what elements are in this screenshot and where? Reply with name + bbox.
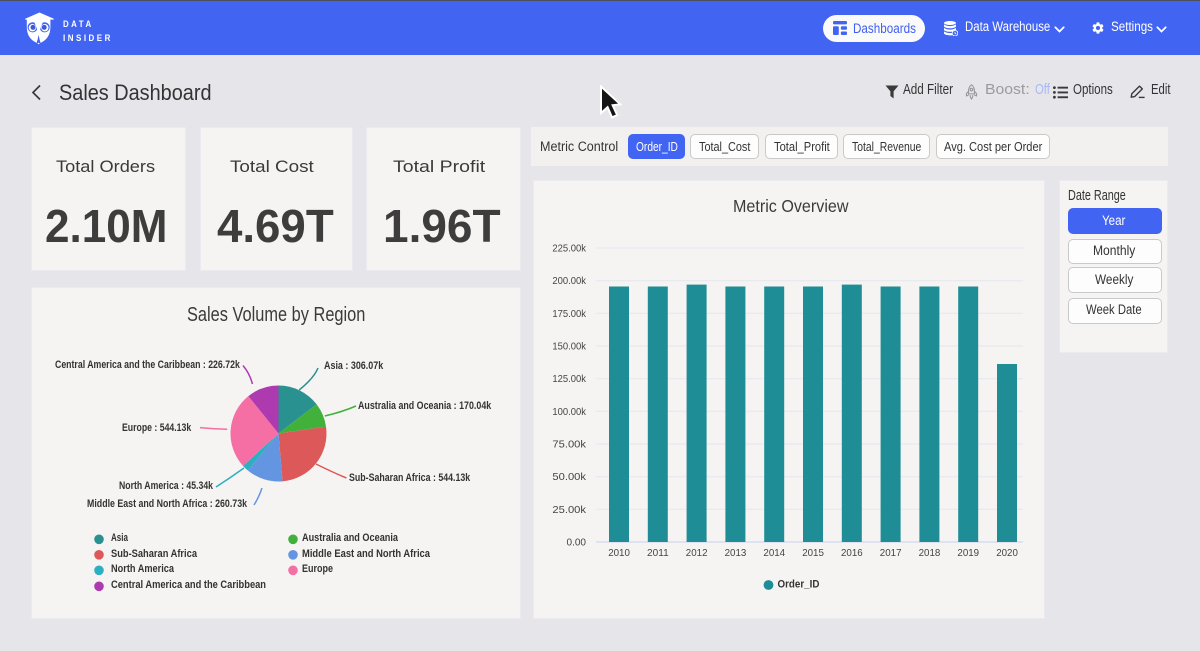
svg-text:2012: 2012 (686, 547, 708, 559)
svg-text:150.00k: 150.00k (552, 341, 586, 353)
svg-text:25.00k: 25.00k (552, 504, 586, 516)
svg-text:2017: 2017 (880, 547, 902, 559)
svg-text:100.00k: 100.00k (552, 406, 586, 418)
svg-text:175.00k: 175.00k (552, 308, 586, 320)
svg-text:2013: 2013 (725, 547, 747, 559)
svg-text:50.00k: 50.00k (552, 471, 586, 483)
svg-text:2011: 2011 (647, 547, 669, 559)
svg-text:2016: 2016 (841, 547, 863, 559)
svg-text:2014: 2014 (763, 547, 785, 559)
svg-text:2020: 2020 (996, 547, 1018, 559)
svg-text:200.00k: 200.00k (552, 275, 586, 287)
svg-text:2015: 2015 (802, 547, 824, 559)
svg-text:125.00k: 125.00k (552, 373, 586, 385)
svg-text:225.00k: 225.00k (552, 243, 586, 255)
svg-text:0.00: 0.00 (567, 537, 587, 549)
svg-text:75.00k: 75.00k (552, 439, 586, 451)
svg-text:2019: 2019 (957, 547, 979, 559)
svg-text:2018: 2018 (919, 547, 941, 559)
svg-text:Order_ID: Order_ID (778, 579, 820, 591)
svg-text:2010: 2010 (608, 547, 630, 559)
